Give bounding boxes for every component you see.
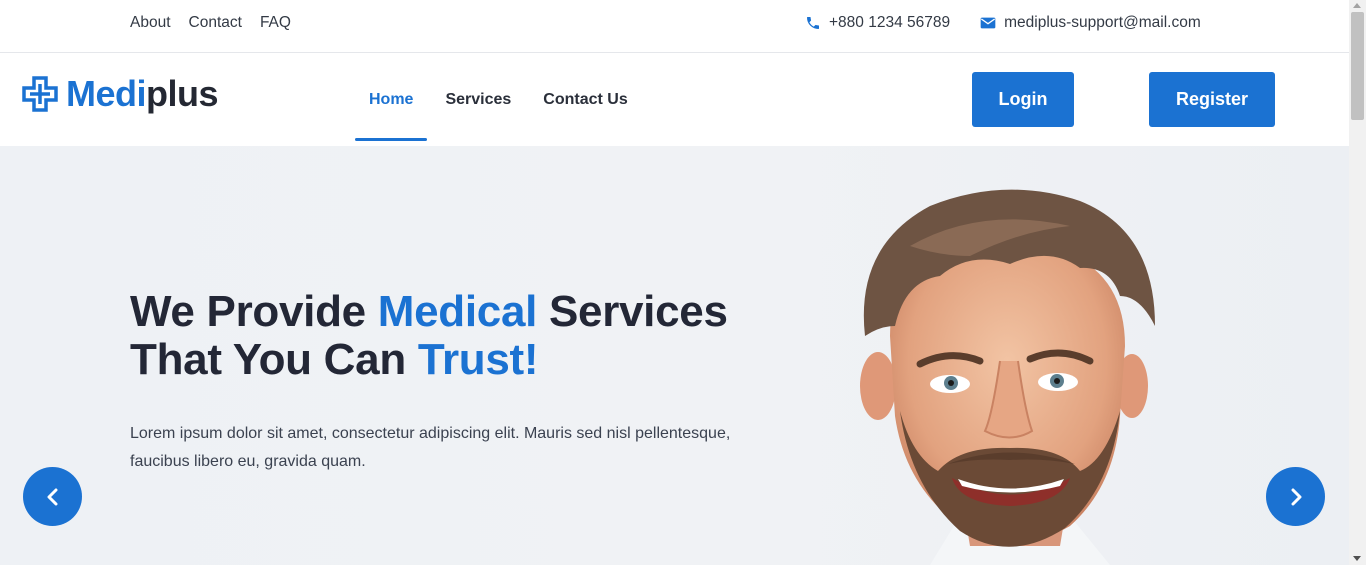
chevron-right-icon (1291, 488, 1301, 505)
scroll-up-arrow-icon[interactable] (1353, 3, 1361, 8)
nav-contact-us[interactable]: Contact Us (529, 53, 641, 146)
main-navbar: Medi plus Home Services Contact Us Login… (0, 53, 1349, 146)
page-scrollbar[interactable] (1349, 0, 1366, 565)
nav-home[interactable]: Home (355, 53, 428, 146)
phone-number[interactable]: +880 1234 56789 (829, 14, 950, 32)
hero-title-accent-trust: Trust! (417, 335, 539, 384)
hero-title: We Provide Medical Services That You Can… (130, 288, 728, 384)
hero-slider: We Provide Medical Services That You Can… (0, 146, 1349, 565)
slider-next-button[interactable] (1266, 467, 1325, 526)
hero-description: Lorem ipsum dolor sit amet, consectetur … (130, 425, 731, 470)
hero-title-part: Services (537, 287, 728, 336)
brand-logo[interactable]: Medi plus (22, 73, 219, 114)
top-contact-info: +880 1234 56789 mediplus-support@mail.co… (805, 14, 1201, 32)
hero-title-part: That You Can (130, 335, 418, 384)
top-link-faq[interactable]: FAQ (260, 14, 291, 32)
login-button[interactable]: Login (972, 72, 1074, 127)
hero-title-part: We Provide (130, 287, 378, 336)
hero-title-accent-medical: Medical (377, 287, 538, 336)
scrollbar-thumb[interactable] (1351, 12, 1364, 120)
chevron-left-icon (47, 488, 57, 505)
brand-name-part1: Medi (66, 73, 147, 114)
top-link-about[interactable]: About (130, 14, 171, 32)
primary-nav: Home Services Contact Us (355, 53, 642, 146)
slider-prev-button[interactable] (23, 467, 82, 526)
register-button[interactable]: Register (1149, 72, 1275, 127)
top-bar: About Contact FAQ +880 1234 56789 medipl… (0, 0, 1349, 53)
medical-cross-logo-icon (22, 76, 58, 112)
top-links: About Contact FAQ (130, 14, 291, 32)
phone-icon (805, 15, 821, 31)
brand-name-part2: plus (146, 73, 219, 114)
top-link-contact[interactable]: Contact (189, 14, 242, 32)
doctor-photo (860, 189, 1155, 565)
support-email[interactable]: mediplus-support@mail.com (1004, 14, 1201, 32)
envelope-icon (980, 15, 996, 31)
scroll-down-arrow-icon[interactable] (1353, 556, 1361, 561)
nav-services[interactable]: Services (431, 53, 525, 146)
